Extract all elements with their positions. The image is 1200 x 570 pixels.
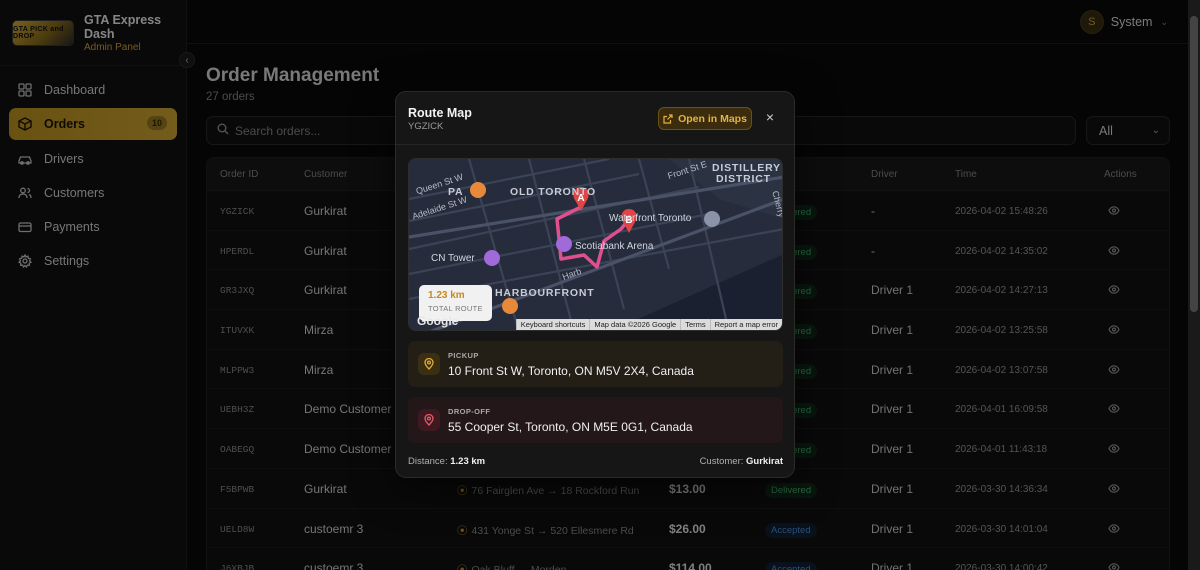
map-label-harbourfront: HARBOURFRONT	[495, 287, 595, 299]
modal-header: Route Map YGZICK Open in Maps ×	[396, 92, 794, 145]
close-button[interactable]: ×	[762, 109, 778, 125]
pickup-label: PICKUP	[448, 351, 479, 360]
external-link-icon	[663, 113, 673, 124]
map-label-scotiabank: Scotiabank Arena	[575, 241, 654, 252]
distance-label: Distance:	[408, 456, 448, 467]
map-label-district: DISTRICT	[716, 173, 771, 185]
distance-value: 1.23 km	[450, 456, 486, 467]
modal-title: Route Map	[408, 106, 472, 120]
route-map-modal: Route Map YGZICK Open in Maps × A B Quee…	[395, 91, 795, 478]
open-in-maps-label: Open in Maps	[678, 112, 747, 125]
dropoff-card: DROP-OFF 55 Cooper St, Toronto, ON M5E 0…	[408, 397, 783, 443]
pickup-card: PICKUP 10 Front St W, Toronto, ON M5V 2X…	[408, 341, 783, 387]
map-label-old-toronto: OLD TORONTO	[510, 186, 596, 198]
map-terms-link[interactable]: Terms	[680, 319, 709, 330]
dropoff-address: 55 Cooper St, Toronto, ON M5E 0G1, Canad…	[448, 420, 693, 434]
modal-order-id: YGZICK	[408, 121, 444, 132]
scrollbar-thumb[interactable]	[1190, 16, 1198, 312]
map-label-cn-tower: CN Tower	[431, 253, 475, 264]
route-distance-value: 1.23 km	[428, 290, 465, 301]
route-distance-label: TOTAL ROUTE	[428, 304, 483, 313]
modal-footer: Distance: 1.23 km Customer: Gurkirat	[408, 456, 783, 467]
customer-value: Gurkirat	[746, 456, 783, 467]
close-icon: ×	[765, 109, 775, 125]
map-attribution: Keyboard shortcuts Map data ©2026 Google…	[515, 319, 782, 330]
location-pin-icon	[418, 409, 440, 431]
customer-label: Customer:	[699, 456, 744, 467]
page-scrollbar[interactable]	[1188, 0, 1200, 570]
open-in-maps-button[interactable]: Open in Maps	[658, 107, 752, 130]
map-report-error-link[interactable]: Report a map error	[709, 319, 782, 330]
app-root: GTA PICK and DROP GTA Express Dash Admin…	[0, 0, 1200, 570]
location-pin-icon	[418, 353, 440, 375]
map-keyboard-shortcuts-link[interactable]: Keyboard shortcuts	[515, 319, 590, 330]
map-data-credit: Map data ©2026 Google	[589, 319, 680, 330]
pickup-address: 10 Front St W, Toronto, ON M5V 2X4, Cana…	[448, 364, 694, 378]
map-label-pa: PA	[448, 186, 464, 198]
google-logo: Google	[417, 314, 459, 328]
route-map[interactable]: A B Queen St W Adelaide St W PA OLD TORO…	[408, 158, 783, 331]
map-label-waterfront: Waterfront Toronto	[609, 213, 692, 224]
dropoff-label: DROP-OFF	[448, 407, 491, 416]
